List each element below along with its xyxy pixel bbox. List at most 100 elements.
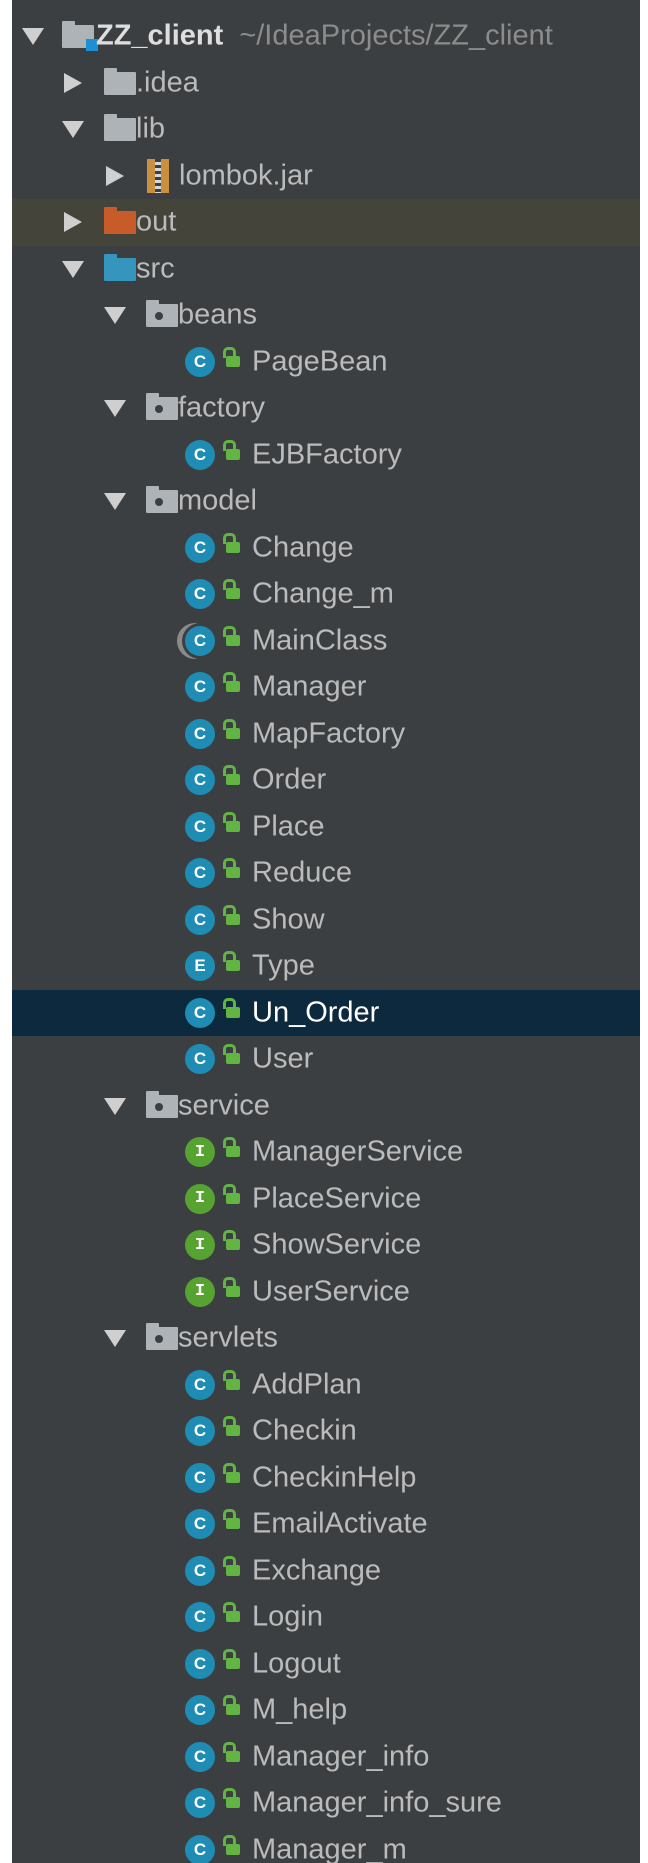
expand-arrow-icon[interactable] bbox=[104, 307, 126, 325]
tree-node-label: Exchange bbox=[252, 1554, 381, 1587]
runnable-class-icon: C bbox=[185, 625, 215, 656]
expand-arrow-icon[interactable] bbox=[104, 1330, 126, 1348]
public-lock-icon bbox=[223, 718, 240, 739]
project-path: ~/IdeaProjects/ZZ_client bbox=[239, 19, 553, 52]
tree-node-lib[interactable]: lib bbox=[12, 106, 640, 153]
public-lock-icon bbox=[223, 1276, 240, 1297]
collapse-arrow-icon[interactable] bbox=[106, 165, 124, 186]
excluded-folder-icon bbox=[104, 207, 136, 235]
class-icon: C bbox=[185, 1788, 215, 1819]
tree-node-label: User bbox=[252, 1042, 314, 1075]
tree-node-label: CheckinHelp bbox=[252, 1461, 417, 1494]
public-lock-icon bbox=[223, 858, 240, 879]
collapse-arrow-icon[interactable] bbox=[64, 212, 82, 233]
tree-node-label: Type bbox=[252, 949, 315, 982]
package-icon bbox=[146, 1090, 178, 1118]
tree-node-class[interactable]: C Place bbox=[12, 804, 640, 851]
expand-arrow-icon[interactable] bbox=[104, 400, 126, 418]
tree-node-package-factory[interactable]: factory bbox=[12, 385, 640, 432]
tree-node-label: AddPlan bbox=[252, 1368, 362, 1401]
tree-node-label: M_help bbox=[252, 1693, 348, 1726]
class-icon: C bbox=[185, 1509, 215, 1540]
tree-node-project-root[interactable]: ZZ_client ~/IdeaProjects/ZZ_client bbox=[12, 13, 640, 60]
class-icon: C bbox=[185, 346, 215, 377]
tree-node-enum[interactable]: E Type bbox=[12, 943, 640, 990]
tree-node-class[interactable]: C User bbox=[12, 1036, 640, 1083]
tree-node-label: Login bbox=[252, 1600, 323, 1633]
source-folder-icon bbox=[104, 253, 136, 281]
tree-node-label: Un_Order bbox=[252, 996, 380, 1029]
tree-node-class[interactable]: C Show bbox=[12, 897, 640, 944]
tree-node-class[interactable]: C Change_m bbox=[12, 571, 640, 618]
tree-node-label: Change_m bbox=[252, 577, 394, 610]
tree-node-label: factory bbox=[178, 391, 266, 424]
public-lock-icon bbox=[223, 625, 240, 646]
tree-node-label: Logout bbox=[252, 1647, 341, 1680]
interface-icon: I bbox=[185, 1276, 215, 1307]
tree-node-interface[interactable]: I ManagerService bbox=[12, 1129, 640, 1176]
tree-node-class[interactable]: C Checkin bbox=[12, 1408, 640, 1455]
tree-node-label: EJBFactory bbox=[252, 438, 402, 471]
tree-node-class[interactable]: C Order bbox=[12, 757, 640, 804]
tree-node-label: servlets bbox=[178, 1321, 278, 1354]
tree-node-class[interactable]: C Manager bbox=[12, 664, 640, 711]
public-lock-icon bbox=[223, 672, 240, 693]
tree-node-label: ShowService bbox=[252, 1228, 422, 1261]
tree-node-package-model[interactable]: model bbox=[12, 478, 640, 525]
tree-node-src[interactable]: src bbox=[12, 246, 640, 293]
tree-node-out[interactable]: out bbox=[12, 199, 640, 246]
public-lock-icon bbox=[223, 1230, 240, 1251]
expand-arrow-icon[interactable] bbox=[62, 260, 84, 278]
tree-node-class[interactable]: C Manager_info_sure bbox=[12, 1780, 640, 1827]
tree-node-label: MapFactory bbox=[252, 717, 406, 750]
public-lock-icon bbox=[223, 1044, 240, 1065]
tree-node-class[interactable]: C Logout bbox=[12, 1641, 640, 1688]
tree-node-idea[interactable]: .idea bbox=[12, 60, 640, 107]
tree-node-label: src bbox=[136, 252, 175, 285]
tree-node-class[interactable]: C PageBean bbox=[12, 339, 640, 386]
tree-node-class[interactable]: C Manager_m bbox=[12, 1827, 640, 1863]
expand-arrow-icon[interactable] bbox=[104, 1097, 126, 1115]
enum-icon: E bbox=[185, 951, 215, 982]
class-icon: C bbox=[185, 1555, 215, 1586]
tree-node-package-service[interactable]: service bbox=[12, 1083, 640, 1130]
tree-node-class[interactable]: C AddPlan bbox=[12, 1362, 640, 1409]
tree-node-interface[interactable]: I PlaceService bbox=[12, 1176, 640, 1223]
tree-node-class[interactable]: C Change bbox=[12, 525, 640, 572]
class-icon: C bbox=[185, 1741, 215, 1772]
expand-arrow-icon[interactable] bbox=[62, 121, 84, 139]
tree-node-class[interactable]: C M_help bbox=[12, 1687, 640, 1734]
tree-node-label: UserService bbox=[252, 1275, 410, 1308]
class-icon: C bbox=[185, 718, 215, 749]
tree-node-class[interactable]: C Reduce bbox=[12, 850, 640, 897]
tree-node-interface[interactable]: I ShowService bbox=[12, 1222, 640, 1269]
class-icon: C bbox=[185, 904, 215, 935]
module-folder-icon bbox=[62, 21, 98, 52]
class-icon: C bbox=[185, 672, 215, 703]
tree-node-class[interactable]: C CheckinHelp bbox=[12, 1455, 640, 1502]
collapse-arrow-icon[interactable] bbox=[64, 72, 82, 93]
class-icon: C bbox=[185, 1648, 215, 1679]
class-icon: C bbox=[185, 1834, 215, 1863]
class-icon: C bbox=[185, 579, 215, 610]
tree-node-package-servlets[interactable]: servlets bbox=[12, 1315, 640, 1362]
tree-node-class-selected[interactable]: C Un_Order bbox=[12, 989, 640, 1036]
tree-node-class[interactable]: C Manager_info bbox=[12, 1734, 640, 1781]
expand-arrow-icon[interactable] bbox=[22, 28, 44, 46]
class-icon: C bbox=[185, 1369, 215, 1400]
tree-node-interface[interactable]: I UserService bbox=[12, 1269, 640, 1316]
tree-node-package-beans[interactable]: beans bbox=[12, 292, 640, 339]
tree-node-class[interactable]: C Exchange bbox=[12, 1548, 640, 1595]
expand-arrow-icon[interactable] bbox=[104, 493, 126, 511]
tree-node-class[interactable]: C EmailActivate bbox=[12, 1501, 640, 1548]
tree-node-class[interactable]: C MainClass bbox=[12, 618, 640, 665]
package-icon bbox=[146, 486, 178, 514]
tree-node-label: Manager_info_sure bbox=[252, 1786, 502, 1819]
public-lock-icon bbox=[223, 532, 240, 553]
tree-node-class[interactable]: C MapFactory bbox=[12, 711, 640, 758]
tree-node-lombok-jar[interactable]: lombok.jar bbox=[12, 153, 640, 200]
tree-node-label: Reduce bbox=[252, 856, 352, 889]
tree-node-class[interactable]: C Login bbox=[12, 1594, 640, 1641]
package-icon bbox=[146, 300, 178, 328]
tree-node-class[interactable]: C EJBFactory bbox=[12, 432, 640, 479]
